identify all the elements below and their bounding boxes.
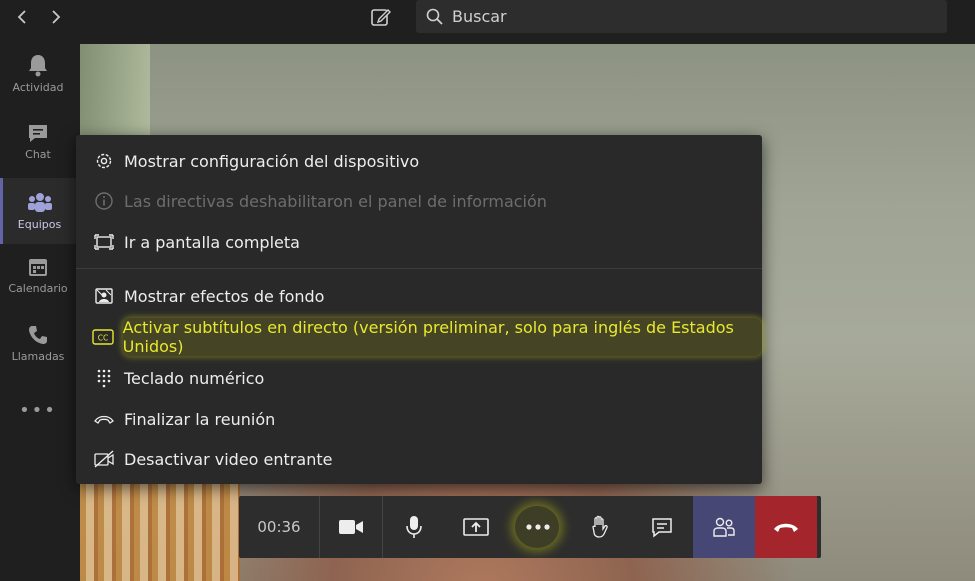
svg-text:CC: CC xyxy=(98,334,108,343)
phone-icon xyxy=(29,325,47,344)
rail-label: Chat xyxy=(25,147,51,161)
menu-item-label: Mostrar configuración del dispositivo xyxy=(124,151,420,171)
app-rail: Actividad Chat Equipos Calendario Llamad… xyxy=(0,36,80,581)
back-icon[interactable] xyxy=(8,4,36,30)
menu-item-label: Desactivar video entrante xyxy=(124,449,333,469)
cc-icon: CC xyxy=(92,325,115,349)
microphone-button[interactable] xyxy=(383,496,445,558)
microphone-icon xyxy=(406,516,422,538)
call-controls-bar: 00:36 xyxy=(239,496,821,558)
search-box[interactable]: Buscar xyxy=(416,0,947,33)
menu-item-fullscreen[interactable]: Ir a pantalla completa xyxy=(76,222,762,262)
menu-item-background-effects[interactable]: Mostrar efectos de fondo xyxy=(76,276,762,316)
menu-item-end-meeting[interactable]: Finalizar la reunión xyxy=(76,399,762,439)
call-timer: 00:36 xyxy=(239,496,320,558)
menu-item-live-captions[interactable]: CC Activar subtítulos en directo (versió… xyxy=(76,317,762,357)
rail-item-teams[interactable]: Equipos xyxy=(0,178,76,244)
video-background-detail xyxy=(80,474,240,581)
forward-icon[interactable] xyxy=(42,4,70,30)
dialpad-icon xyxy=(92,366,116,390)
more-actions-menu: Mostrar configuración del dispositivo La… xyxy=(76,135,762,484)
menu-item-disable-incoming-video[interactable]: Desactivar video entrante xyxy=(76,439,762,479)
teams-icon xyxy=(27,192,52,212)
menu-item-label: Mostrar efectos de fondo xyxy=(124,286,325,306)
rail-item-calls[interactable]: Llamadas xyxy=(0,310,76,376)
menu-item-label: Ir a pantalla completa xyxy=(124,232,300,252)
search-input[interactable]: Buscar xyxy=(452,7,507,26)
menu-item-label: Activar subtítulos en directo (versión p… xyxy=(122,318,762,356)
calendar-icon xyxy=(29,258,47,276)
camera-button[interactable] xyxy=(320,496,383,558)
hangup-icon xyxy=(92,407,116,431)
video-off-icon xyxy=(92,447,116,471)
camera-icon xyxy=(339,520,363,534)
share-screen-icon xyxy=(463,518,489,536)
rail-label: Calendario xyxy=(8,281,68,295)
raise-hand-icon xyxy=(592,515,608,538)
background-effects-icon xyxy=(92,284,116,308)
people-icon xyxy=(713,517,735,537)
menu-item-label: Teclado numérico xyxy=(124,368,265,388)
rail-label: Llamadas xyxy=(11,349,65,363)
menu-divider xyxy=(76,268,762,269)
participants-button[interactable] xyxy=(693,496,755,558)
menu-item-device-settings[interactable]: Mostrar configuración del dispositivo xyxy=(76,141,762,181)
hangup-icon xyxy=(774,523,798,532)
raise-hand-button[interactable] xyxy=(569,496,631,558)
search-icon xyxy=(426,8,443,25)
rail-item-activity[interactable]: Actividad xyxy=(0,40,76,106)
menu-item-dialpad[interactable]: Teclado numérico xyxy=(76,358,762,398)
more-icon xyxy=(526,524,550,530)
title-bar: Buscar xyxy=(0,0,975,36)
chat-icon xyxy=(652,518,672,538)
rail-item-calendar[interactable]: Calendario xyxy=(0,242,76,308)
info-icon xyxy=(92,189,116,213)
conversation-button[interactable] xyxy=(631,496,693,558)
menu-item-info-panel: Las directivas deshabilitaron el panel d… xyxy=(76,181,762,221)
bell-icon xyxy=(29,54,47,76)
more-apps-icon[interactable]: ••• xyxy=(0,400,76,421)
gear-icon xyxy=(92,149,116,173)
rail-label: Equipos xyxy=(17,217,62,231)
menu-item-label: Las directivas deshabilitaron el panel d… xyxy=(124,191,547,211)
chat-icon xyxy=(29,124,47,142)
share-screen-button[interactable] xyxy=(445,496,507,558)
menu-item-label: Finalizar la reunión xyxy=(124,409,276,429)
hang-up-button[interactable] xyxy=(755,496,817,558)
more-actions-button[interactable] xyxy=(507,496,569,558)
compose-icon[interactable] xyxy=(366,3,396,31)
rail-label: Actividad xyxy=(12,80,64,94)
fullscreen-icon xyxy=(92,230,116,254)
rail-item-chat[interactable]: Chat xyxy=(0,108,76,174)
